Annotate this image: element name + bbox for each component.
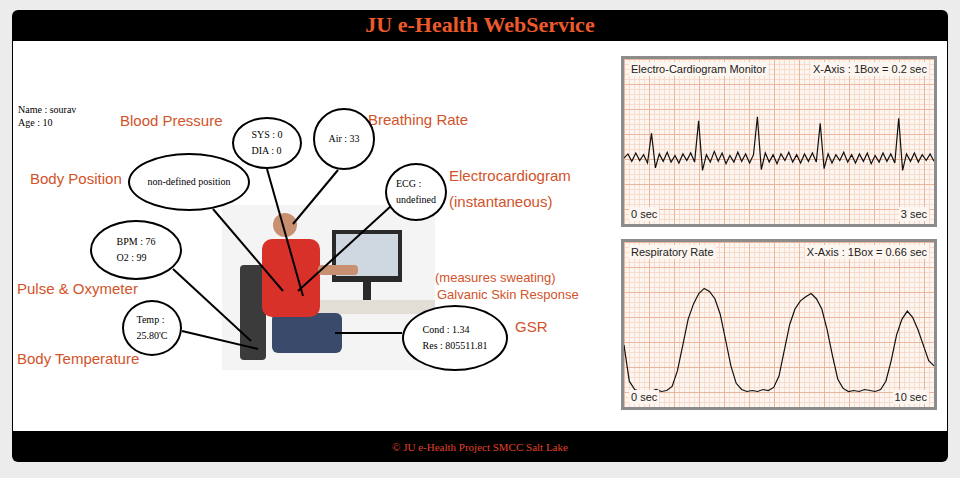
sensor-reading: Air : 33 <box>328 133 359 145</box>
sensor-label: Pulse & Oxymeter <box>17 280 138 298</box>
app-title: JU e-Health WebService <box>365 11 594 39</box>
patient-name: Name : sourav <box>18 103 76 116</box>
connector-line <box>335 332 402 334</box>
chart: Respiratory Rate X-Axis : 1Box = 0.66 se… <box>621 239 937 410</box>
patient-age: Age : 10 <box>18 116 76 129</box>
sensor-label: (instantaneous) <box>449 193 552 211</box>
chart-start: 0 sec <box>629 390 659 404</box>
connector-line <box>267 169 303 296</box>
connector-line <box>182 331 258 349</box>
page: JU e-Health WebService Name : sourav Age… <box>0 0 960 478</box>
chart: Electro-Cardiogram Monitor X-Axis : 1Box… <box>621 56 937 227</box>
chart-scale: X-Axis : 1Box = 0.66 sec <box>805 245 929 259</box>
patient-info: Name : sourav Age : 10 <box>18 103 76 129</box>
sensor-reading: non-defined position <box>147 176 230 188</box>
chart-trace <box>624 59 934 224</box>
sensor-label: Breathing Rate <box>368 111 468 129</box>
sensor-reading: undefined <box>396 194 436 206</box>
chart-title: Electro-Cardiogram Monitor <box>629 62 768 76</box>
main-panel: Name : sourav Age : 10 Blood Pressure SY… <box>12 40 948 432</box>
connector-line <box>293 170 338 224</box>
sensor-reading: O2 : 99 <box>117 252 156 264</box>
chart-title: Respiratory Rate <box>629 245 716 259</box>
sensor-label: Blood Pressure <box>120 112 223 130</box>
sensor-reading: DIA : 0 <box>251 145 282 157</box>
sensor-label: Body Temperature <box>17 350 139 368</box>
chart-line <box>624 117 934 171</box>
header-bar: JU e-Health WebService <box>12 10 948 40</box>
chart-start: 0 sec <box>629 207 659 221</box>
sensor-reading: BPM : 76 <box>117 236 156 248</box>
connector-line <box>173 269 251 341</box>
connector-line <box>213 209 283 291</box>
sensor-label: Electrocardiogram <box>449 167 571 185</box>
connector-line <box>298 206 391 291</box>
sensor-reading: SYS : 0 <box>251 129 282 141</box>
sensor-bubble: Temp : 25.80'C <box>122 300 182 356</box>
sensor-bubble: non-defined position <box>128 153 250 211</box>
chart-trace <box>624 242 934 407</box>
sensor-label: GSR <box>515 318 548 336</box>
sensor-reading: Res : 805511.81 <box>423 340 488 352</box>
chart-line <box>624 288 934 391</box>
sensor-bubble: SYS : 0 DIA : 0 <box>232 117 302 169</box>
sensor-reading: Cond : 1.34 <box>423 324 488 336</box>
sensor-bubble: Cond : 1.34 Res : 805511.81 <box>402 305 508 371</box>
footer-bar: © JU e-Health Project SMCC Salt Lake <box>12 432 948 462</box>
sensor-label: Body Position <box>30 170 122 188</box>
sensor-bubble: BPM : 76 O2 : 99 <box>90 220 182 280</box>
chart-scale: X-Axis : 1Box = 0.2 sec <box>811 62 929 76</box>
sensor-diagram: Name : sourav Age : 10 Blood Pressure SY… <box>13 41 620 431</box>
sensor-label: (measures sweating) <box>435 270 556 286</box>
sensor-reading: Temp : <box>137 314 168 326</box>
sensor-reading: 25.80'C <box>137 330 168 342</box>
chart-end: 3 sec <box>899 207 929 221</box>
sensor-reading: ECG : <box>396 178 436 190</box>
sensor-bubble: ECG : undefined <box>385 163 447 221</box>
sensor-label: Galvanic Skin Response <box>437 287 579 303</box>
charts-column: Electro-Cardiogram Monitor X-Axis : 1Box… <box>620 41 947 431</box>
footer-text: © JU e-Health Project SMCC Salt Lake <box>392 441 568 453</box>
sensor-bubble: Air : 33 <box>313 108 375 170</box>
chart-end: 10 sec <box>893 390 929 404</box>
